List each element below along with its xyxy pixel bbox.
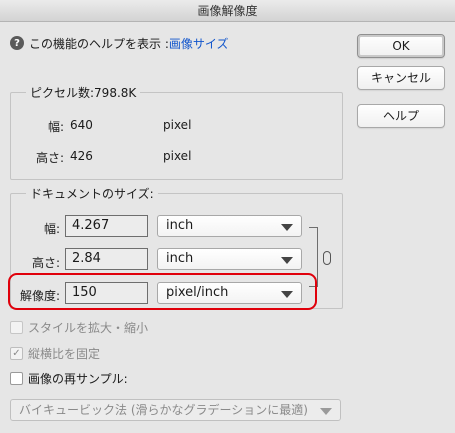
- scale-styles-checkbox[interactable]: [10, 320, 23, 334]
- resample-row[interactable]: 画像の再サンプル:: [10, 370, 128, 386]
- resample-method-select[interactable]: バイキュービック法 (滑らかなグラデーションに最適): [10, 399, 341, 421]
- chain-link-icon: [323, 251, 331, 265]
- pixel-width-value: 640: [70, 118, 93, 132]
- document-size-legend: ドキュメントのサイズ:: [26, 185, 158, 202]
- help-link[interactable]: 画像サイズ: [169, 35, 229, 52]
- pixel-dimensions-group: [10, 92, 343, 180]
- window-title: 画像解像度: [197, 4, 258, 18]
- pixel-height-label: 高さ:: [35, 151, 64, 165]
- constrain-proportions-label: 縦横比を固定: [28, 346, 101, 361]
- doc-height-field[interactable]: 2.84: [65, 248, 148, 270]
- doc-height-unit-select[interactable]: inch: [157, 248, 302, 270]
- help-row: ? この機能のヘルプを表示 : 画像サイズ: [10, 34, 229, 52]
- doc-width-unit-select[interactable]: inch: [157, 215, 302, 237]
- scale-styles-row[interactable]: スタイルを拡大・縮小: [10, 319, 148, 335]
- help-prefix: この機能のヘルプを表示 :: [29, 36, 169, 51]
- resample-label: 画像の再サンプル:: [28, 371, 128, 386]
- pixel-width-unit: pixel: [163, 118, 192, 132]
- pixel-height-unit: pixel: [163, 149, 192, 163]
- pixel-height-value: 426: [70, 149, 93, 163]
- chevron-down-icon: [320, 408, 332, 415]
- chevron-down-icon: [281, 257, 293, 264]
- pixel-width-label: 幅:: [47, 120, 64, 134]
- scale-styles-label: スタイルを拡大・縮小: [28, 320, 149, 335]
- question-mark-icon: ?: [10, 36, 24, 50]
- doc-width-unit-value: inch: [166, 218, 194, 233]
- constrain-proportions-checkbox[interactable]: ✓: [10, 346, 23, 360]
- help-button[interactable]: ヘルプ: [357, 104, 445, 128]
- doc-height-unit-value: inch: [166, 251, 194, 266]
- chevron-down-icon: [281, 224, 293, 231]
- doc-width-label: 幅:: [43, 222, 60, 236]
- resample-method-value: バイキュービック法 (滑らかなグラデーションに最適): [19, 403, 308, 417]
- window-title-bar: 画像解像度: [0, 0, 455, 22]
- cancel-button[interactable]: キャンセル: [357, 66, 445, 90]
- doc-height-label: 高さ:: [31, 256, 60, 270]
- resample-checkbox[interactable]: [10, 371, 23, 385]
- resolution-highlight-annotation: [8, 273, 317, 310]
- pixel-dimensions-legend: ピクセル数:798.8K: [26, 84, 141, 101]
- constrain-proportions-row[interactable]: ✓ 縦横比を固定: [10, 345, 100, 361]
- doc-width-field[interactable]: 4.267: [65, 215, 148, 237]
- ok-button[interactable]: OK: [357, 34, 445, 58]
